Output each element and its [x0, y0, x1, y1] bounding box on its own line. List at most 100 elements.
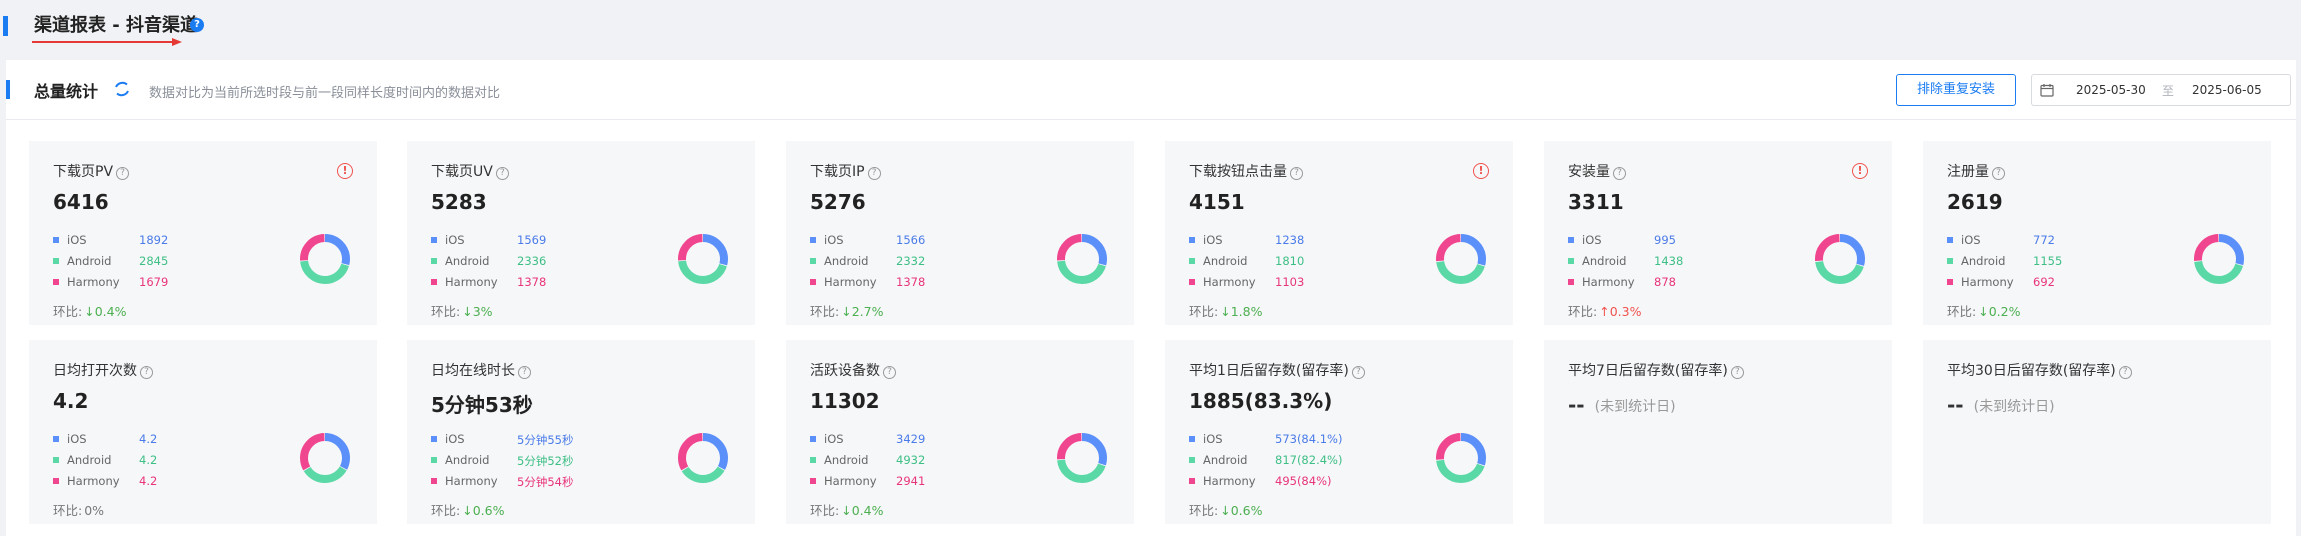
section-title: 总量统计: [34, 82, 99, 101]
metric-name: 平均1日后留存数(留存率)?: [1189, 360, 1365, 380]
platform-value: 878: [1654, 275, 1676, 289]
platform-label: Harmony: [67, 275, 120, 289]
comparison-label: 环比:: [53, 304, 83, 319]
metric-name: 平均30日后留存数(留存率)?: [1947, 360, 2132, 380]
platform-label: iOS: [1203, 432, 1223, 446]
platform-value: 1438: [1654, 254, 1684, 268]
metric-name: 下载页UV?: [431, 161, 509, 181]
platform-label: Android: [445, 254, 490, 268]
platform-value: 4.2: [139, 453, 158, 467]
date-range-picker[interactable]: 2025-05-30 至 2025-06-05: [2031, 74, 2291, 106]
question-circle-icon[interactable]: ?: [883, 366, 896, 379]
summary-header: 总量统计 数据对比为当前所选时段与前一段同样长度时间内的数据对比 排除重复安装 …: [6, 60, 2296, 120]
platform-donut-chart: [1057, 234, 1107, 284]
period-comparison: 环比: ↓0.6%: [1189, 500, 1262, 519]
date-separator: 至: [2162, 84, 2175, 98]
platform-label: Android: [1961, 254, 2006, 268]
section-description: 数据对比为当前所选时段与前一段同样长度时间内的数据对比: [149, 86, 501, 101]
title-accent-bar: [3, 16, 8, 36]
period-comparison: 环比: ↑0.3%: [1568, 301, 1641, 320]
platform-label: iOS: [1582, 233, 1602, 247]
trend-arrow-icon: ↓: [462, 503, 473, 518]
question-circle-icon[interactable]: ?: [116, 167, 130, 180]
question-circle-icon[interactable]: ?: [190, 18, 204, 32]
platform-row-android: Android 1810: [1189, 254, 1304, 268]
comparison-delta: ↓2.7%: [841, 304, 883, 319]
question-circle-icon[interactable]: ?: [1613, 167, 1626, 180]
question-circle-icon[interactable]: ?: [867, 167, 881, 180]
platform-value: 995: [1654, 233, 1676, 247]
period-comparison: 环比: ↓3%: [431, 301, 493, 320]
question-circle-icon[interactable]: ?: [140, 366, 153, 379]
comparison-label: 环比:: [431, 304, 461, 319]
platform-row-android: Android 817(82.4%): [1189, 453, 1342, 467]
question-circle-icon[interactable]: ?: [2118, 366, 2132, 379]
date-end[interactable]: 2025-06-05: [2192, 83, 2262, 97]
comparison-label: 环比:: [53, 503, 83, 518]
platform-label: Harmony: [1961, 275, 2014, 289]
question-circle-icon[interactable]: ?: [1290, 167, 1303, 180]
refresh-icon[interactable]: [112, 79, 132, 99]
platform-value: 1679: [139, 275, 169, 289]
comparison-value: 0.3%: [1609, 304, 1642, 319]
metric-name: 下载按钮点击量?: [1189, 161, 1303, 181]
platform-donut-chart: [678, 433, 728, 483]
trend-arrow-icon: ↓: [1220, 503, 1231, 518]
question-circle-icon[interactable]: ?: [495, 167, 509, 180]
platform-label: iOS: [1203, 233, 1223, 247]
question-circle-icon[interactable]: ?: [518, 366, 531, 379]
platform-label: Harmony: [824, 474, 877, 488]
question-circle-icon[interactable]: ?: [1351, 366, 1365, 379]
legend-dot: [1189, 436, 1195, 442]
question-circle-icon[interactable]: ?: [1730, 366, 1744, 379]
legend-dot: [1568, 258, 1574, 264]
date-start[interactable]: 2025-05-30: [2076, 83, 2146, 97]
trend-arrow-icon: ↓: [462, 304, 473, 319]
comparison-value: 0.6%: [472, 503, 505, 518]
platform-row-harmony: Harmony 495(84%): [1189, 474, 1331, 488]
comparison-value: 2.7%: [851, 304, 884, 319]
question-circle-icon[interactable]: ?: [1992, 167, 2005, 180]
legend-dot: [810, 258, 816, 264]
section-accent-bar: [6, 80, 10, 99]
platform-row-harmony: Harmony 5分钟54秒: [431, 474, 573, 489]
comparison-value: 0.4%: [94, 304, 127, 319]
metric-card: 平均30日后留存数(留存率)? -- (未到统计日): [1923, 340, 2271, 524]
comparison-label: 环比:: [1947, 304, 1977, 319]
platform-label: Harmony: [67, 474, 120, 488]
platform-value: 1810: [1275, 254, 1305, 268]
legend-dot: [1189, 457, 1195, 463]
platform-row-ios: iOS 995: [1568, 233, 1676, 247]
legend-dot: [53, 279, 59, 285]
platform-value: 2332: [896, 254, 926, 268]
metric-no-data: -- (未到统计日): [1947, 393, 2055, 417]
warning-circle-icon[interactable]: !: [1852, 163, 1868, 179]
period-comparison: 环比: ↓0.2%: [1947, 301, 2020, 320]
metric-no-data: -- (未到统计日): [1568, 393, 1676, 417]
metric-name: 日均打开次数?: [53, 360, 153, 380]
platform-donut-chart: [300, 433, 350, 483]
comparison-label: 环比:: [1568, 304, 1598, 319]
warning-circle-icon[interactable]: !: [1473, 163, 1489, 179]
platform-value: 1892: [139, 233, 169, 247]
metric-card: 下载按钮点击量?! 4151 iOS 1238 Android 1810 Harmony 11…: [1165, 141, 1513, 325]
platform-row-harmony: Harmony 1679: [53, 275, 168, 289]
platform-row-ios: iOS 1892: [53, 233, 168, 247]
platform-row-harmony: Harmony 2941: [810, 474, 925, 488]
metric-value: 4151: [1189, 190, 1245, 214]
platform-value: 573(84.1%): [1275, 432, 1343, 446]
exclude-duplicate-install-button[interactable]: 排除重复安装: [1896, 74, 2016, 106]
metric-name: 安装量?: [1568, 161, 1626, 181]
platform-value: 2941: [896, 474, 926, 488]
metric-value-placeholder: --: [1947, 393, 1964, 417]
legend-dot: [431, 457, 437, 463]
legend-dot: [810, 436, 816, 442]
platform-row-harmony: Harmony 1378: [810, 275, 925, 289]
legend-dot: [1568, 279, 1574, 285]
warning-circle-icon[interactable]: !: [337, 163, 353, 179]
platform-label: Android: [1203, 254, 1248, 268]
platform-donut-chart: [1815, 234, 1865, 284]
metric-card: 下载页UV? 5283 iOS 1569 Android 2336 Harmony 1378 环…: [407, 141, 755, 325]
legend-dot: [431, 258, 437, 264]
comparison-label: 环比:: [431, 503, 461, 518]
